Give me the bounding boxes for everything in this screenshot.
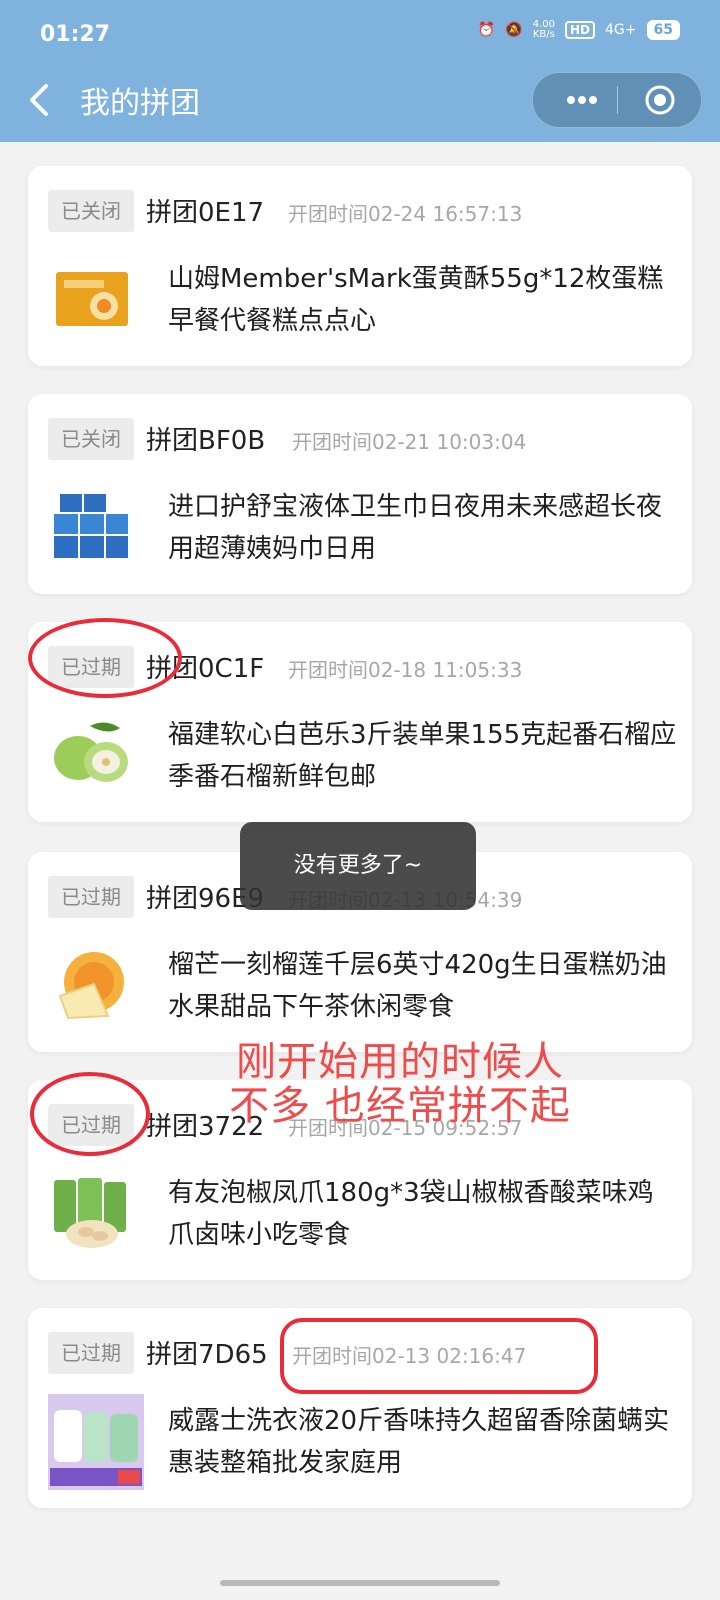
status-tag: 已过期: [48, 876, 134, 918]
product-thumbnail: [50, 1172, 132, 1254]
product-title: 有友泡椒凤爪180g*3袋山椒椒香酸菜味鸡爪卤味小吃零食: [168, 1178, 654, 1250]
signal-icon: 4G+: [605, 22, 637, 38]
product-title: 进口护舒宝液体卫生巾日夜用未来感超长夜用超薄姨妈巾日用: [168, 492, 663, 564]
no-more-toast: 没有更多了~: [240, 822, 476, 910]
product-thumbnail: [50, 258, 132, 340]
product-image: [54, 494, 128, 558]
product-title: 威露士洗衣液20斤香味持久超留香除菌螨实惠装整箱批发家庭用: [168, 1406, 670, 1478]
status-tag: 已关闭: [48, 418, 134, 460]
product-image: [54, 722, 128, 782]
product-thumbnail: [50, 486, 132, 568]
header-bar: 01:27 ⏰ 🔕 4.00 KB/s HD 4G+ 65 我的拼团: [0, 0, 720, 142]
annotation-circle: [30, 1072, 150, 1156]
more-button[interactable]: [559, 83, 605, 117]
product-thumbnail: [50, 714, 132, 796]
capsule-divider: [617, 86, 618, 114]
product-image: [54, 1178, 126, 1248]
status-tag: 已关闭: [48, 190, 134, 232]
annotation-highlight-box: [280, 1318, 598, 1394]
battery-icon: 65: [646, 20, 680, 40]
alarm-icon: ⏰: [477, 22, 496, 38]
mute-icon: 🔕: [505, 22, 523, 38]
more-icon: [567, 96, 597, 104]
product-thumbnail: [46, 1392, 146, 1492]
group-id: 拼团BF0B: [146, 426, 266, 456]
product-image: [56, 272, 128, 326]
status-time: 01:27: [40, 22, 111, 47]
back-icon: [30, 84, 48, 116]
status-tag: 已过期: [48, 1332, 134, 1374]
product-title: 山姆Member'sMark蛋黄酥55g*12枚蛋糕早餐代餐糕点点心: [168, 264, 664, 336]
group-card[interactable]: 已关闭 拼团0E17 开团时间02-24 16:57:13 山姆Member's…: [28, 166, 692, 366]
hd-badge: HD: [565, 21, 596, 39]
annotation-text: 刚开始用的时候人 不多 也经常拼不起: [229, 1039, 571, 1129]
net-speed: 4.00 KB/s: [532, 19, 555, 40]
product-title: 榴芒一刻榴莲千层6英寸420g生日蛋糕奶油水果甜品下午茶休闲零食: [168, 950, 667, 1022]
close-target-icon: [645, 85, 675, 115]
group-id: 拼团7D65: [146, 1340, 268, 1370]
page-title: 我的拼团: [80, 86, 200, 121]
open-time: 开团时间02-24 16:57:13: [288, 202, 523, 226]
product-thumbnail: [50, 944, 132, 1026]
open-time: 开团时间02-21 10:03:04: [292, 430, 527, 454]
product-image: [48, 1394, 144, 1490]
product-title: 福建软心白芭乐3斤装单果155克起番石榴应季番石榴新鲜包邮: [168, 720, 677, 792]
product-image: [58, 952, 124, 1020]
open-time: 开团时间02-18 11:05:33: [288, 658, 523, 682]
close-button[interactable]: [637, 83, 683, 117]
annotation-circle: [28, 618, 182, 698]
group-id: 拼团0E17: [146, 198, 265, 228]
home-indicator[interactable]: [220, 1580, 500, 1586]
status-icons: ⏰ 🔕 4.00 KB/s HD 4G+ 65: [478, 20, 680, 40]
back-button[interactable]: [24, 80, 54, 120]
group-card[interactable]: 已关闭 拼团BF0B 开团时间02-21 10:03:04 进口护舒宝液体卫生巾…: [28, 394, 692, 594]
miniapp-capsule: [532, 72, 702, 128]
